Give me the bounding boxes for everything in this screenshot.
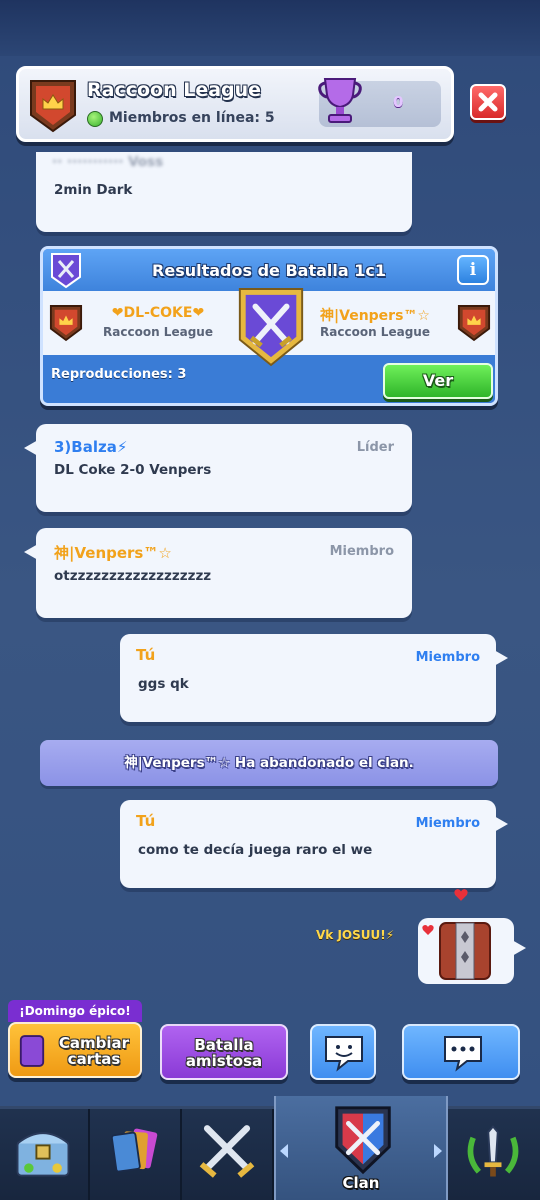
- chat-icon: [444, 1036, 482, 1072]
- view-replay-button[interactable]: Ver: [383, 363, 493, 399]
- nav-tab-cards[interactable]: [92, 1109, 182, 1200]
- members-online: Miembros en línea: 5: [109, 110, 275, 126]
- nav-tab-events[interactable]: [448, 1109, 540, 1200]
- player2-clan-badge-icon: [457, 305, 491, 342]
- message-author: Tú: [136, 646, 156, 664]
- message-role: Líder: [356, 440, 394, 455]
- friendly-battle-label: Batalla amistosa: [185, 1036, 263, 1070]
- replay-count: Reproducciones: 3: [51, 367, 187, 382]
- heart-icon: [454, 889, 468, 901]
- shield-emote-icon: [439, 922, 491, 980]
- crossed-swords-icon: [199, 1125, 255, 1178]
- battle-result-card: Resultados de Batalla 1c1 i ❤DL-COKE❤ Ra…: [40, 246, 498, 406]
- nav-tab-clan-label: Clan: [342, 1174, 380, 1192]
- close-icon: [478, 92, 498, 112]
- message-author-partial: ·· ··········· Voss: [52, 154, 164, 170]
- system-message: 神|Venpers™☆ Ha abandonado el clan.: [40, 740, 498, 786]
- heart-icon: [422, 925, 434, 935]
- chat-message: 神|Venpers™☆ Miembro otzzzzzzzzzzzzzzzzzz: [24, 528, 412, 618]
- close-button[interactable]: [470, 84, 506, 120]
- trophy-icon: [318, 78, 362, 123]
- bottom-nav: [0, 1106, 540, 1200]
- chat-message-own: Tú Miembro ggs qk: [120, 634, 508, 722]
- clan-crest-icon: [335, 1106, 391, 1175]
- message-role: Miembro: [329, 544, 394, 559]
- message-role: Miembro: [415, 816, 480, 831]
- crossed-swords-emblem-icon: [238, 288, 304, 367]
- chest-icon: [16, 1132, 70, 1177]
- chat-message-own: Tú Miembro como te decía juega raro el w…: [120, 800, 508, 888]
- player1-name: ❤DL-COKE❤: [111, 305, 205, 321]
- status-bar: [0, 0, 540, 56]
- message-text: como te decía juega raro el we: [138, 842, 373, 858]
- online-status-icon: [87, 111, 103, 127]
- friendly-battle-button[interactable]: Batalla amistosa: [160, 1024, 288, 1080]
- player2-clan: Raccoon League: [320, 325, 430, 339]
- laurel-sword-icon: [467, 1125, 519, 1177]
- trade-cards-label: Cambiar cartas: [58, 1034, 130, 1068]
- chevron-right-icon[interactable]: [432, 1142, 444, 1160]
- message-author[interactable]: 3)Balza⚡: [54, 438, 127, 456]
- clan-name: Raccoon League: [87, 79, 262, 101]
- card-icon: [19, 1035, 45, 1067]
- promo-tag: ¡Domingo épico!: [8, 1000, 142, 1022]
- nav-tab-shop[interactable]: [0, 1109, 90, 1200]
- cards-icon: [110, 1128, 158, 1173]
- chat-button[interactable]: [402, 1024, 520, 1080]
- message-text: ggs qk: [138, 676, 189, 692]
- trade-cards-button[interactable]: Cambiar cartas: [8, 1022, 142, 1078]
- clan-trophies: 0: [318, 78, 441, 127]
- message-text: 2min Dark: [54, 182, 133, 198]
- emote-button[interactable]: [310, 1024, 376, 1080]
- chat-message-partial: ·· ··········· Voss 2min Dark: [36, 152, 412, 232]
- player1-clan: Raccoon League: [103, 325, 213, 339]
- trophy-count: 0: [393, 93, 404, 111]
- message-role: Miembro: [415, 650, 480, 665]
- chat-message: 3)Balza⚡ Líder DL Coke 2-0 Venpers: [24, 424, 412, 512]
- emote-bubble: [418, 889, 526, 984]
- player1-clan-badge-icon: [49, 305, 83, 342]
- smiley-chat-icon: [325, 1036, 363, 1072]
- message-author[interactable]: 神|Venpers™☆: [54, 542, 172, 563]
- message-author: Tú: [136, 812, 156, 830]
- player2-name: 神|Venpers™☆: [320, 308, 430, 324]
- clan-badge-icon: [30, 80, 76, 133]
- message-text: otzzzzzzzzzzzzzzzzzz: [54, 568, 212, 584]
- info-button[interactable]: i: [457, 255, 489, 285]
- emote-sender[interactable]: Vk JOSUU!⚡: [316, 928, 394, 942]
- clan-header[interactable]: Raccoon League Miembros en línea: 5 0: [16, 66, 454, 142]
- battle-title: Resultados de Batalla 1c1: [152, 261, 386, 280]
- nav-tab-battle[interactable]: [184, 1109, 274, 1200]
- message-text: DL Coke 2-0 Venpers: [54, 462, 212, 478]
- chevron-left-icon[interactable]: [278, 1142, 290, 1160]
